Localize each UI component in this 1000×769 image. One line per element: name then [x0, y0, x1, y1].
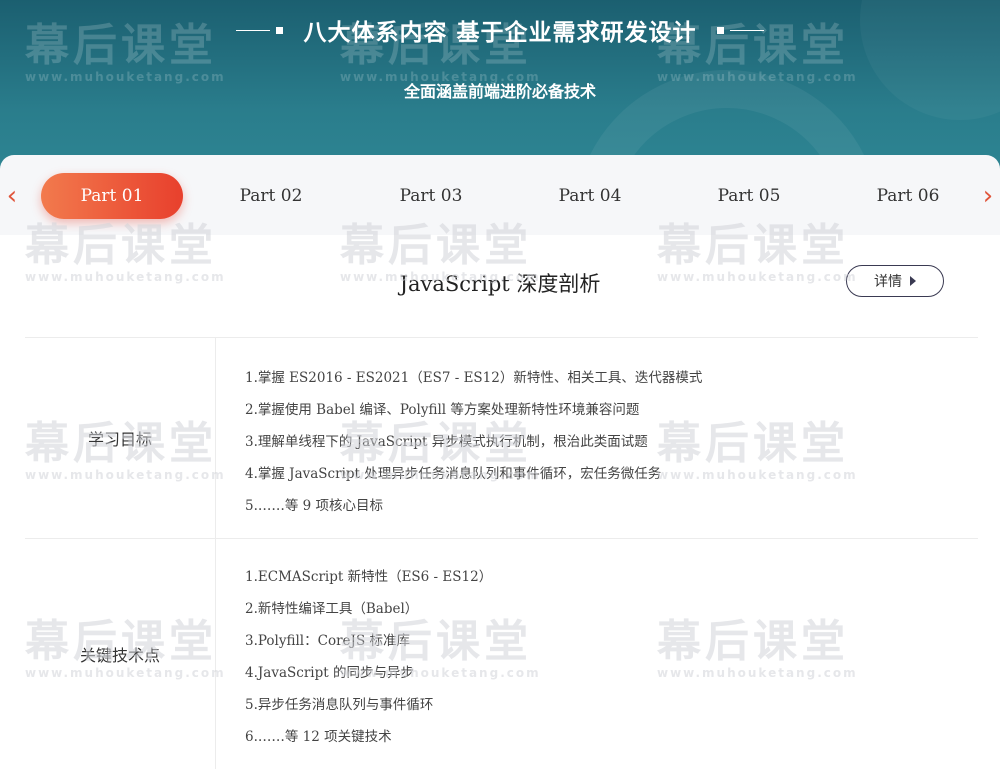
- section-items: 1.ECMAScript 新特性（ES6 - ES12） 2.新特性编译工具（B…: [245, 561, 492, 753]
- list-item: 4.JavaScript 的同步与异步: [245, 665, 414, 681]
- tab-part-02[interactable]: Part 02: [220, 173, 322, 219]
- page-title: 八大体系内容 基于企业需求研发设计: [303, 20, 697, 46]
- triangle-right-icon: [910, 276, 916, 286]
- section-key-tech: 关键技术点 1.ECMAScript 新特性（ES6 - ES12） 2.新特性…: [25, 538, 978, 769]
- chevron-left-icon[interactable]: ‹: [2, 181, 22, 211]
- list-item: 3.Polyfill：CoreJS 标准库: [245, 633, 410, 649]
- list-item: 5.……等 9 项核心目标: [245, 498, 384, 514]
- title-decoration-right: [711, 26, 764, 34]
- tab-part-06[interactable]: Part 06: [857, 173, 959, 219]
- list-item: 6.……等 12 项关键技术: [245, 729, 392, 745]
- page-subtitle: 全面涵盖前端进阶必备技术: [403, 82, 596, 101]
- detail-button-label: 详情: [874, 274, 902, 290]
- course-title: JavaScript 深度剖析: [399, 272, 601, 296]
- list-item: 4.掌握 JavaScript 处理异步任务消息队列和事件循环，宏任务微任务: [245, 466, 662, 482]
- list-item: 1.ECMAScript 新特性（ES6 - ES12）: [245, 569, 493, 585]
- list-item: 1.掌握 ES2016 - ES2021（ES7 - ES12）新特性、相关工具…: [245, 370, 703, 386]
- list-item: 2.掌握使用 Babel 编译、Polyfill 等方案处理新特性环境兼容问题: [245, 402, 640, 418]
- list-item: 2.新特性编译工具（Babel）: [245, 601, 419, 617]
- chevron-right-icon[interactable]: ›: [978, 181, 998, 211]
- section-label: 学习目标: [25, 338, 216, 538]
- tab-part-05[interactable]: Part 05: [698, 173, 800, 219]
- section-label: 关键技术点: [25, 539, 216, 769]
- course-info-table: 学习目标 1.掌握 ES2016 - ES2021（ES7 - ES12）新特性…: [25, 337, 978, 769]
- section-learning-goals: 学习目标 1.掌握 ES2016 - ES2021（ES7 - ES12）新特性…: [25, 337, 978, 538]
- section-items: 1.掌握 ES2016 - ES2021（ES7 - ES12）新特性、相关工具…: [245, 362, 702, 522]
- list-item: 5.异步任务消息队列与事件循环: [245, 697, 434, 713]
- tab-part-03[interactable]: Part 03: [380, 173, 482, 219]
- tab-part-04[interactable]: Part 04: [539, 173, 641, 219]
- title-decoration-left: [236, 26, 289, 34]
- list-item: 3.理解单线程下的 JavaScript 异步模式执行机制，根治此类面试题: [245, 434, 648, 450]
- header-title-row: 八大体系内容 基于企业需求研发设计: [0, 12, 1000, 48]
- tab-part-01[interactable]: Part 01: [41, 173, 183, 219]
- detail-button[interactable]: 详情: [846, 265, 944, 297]
